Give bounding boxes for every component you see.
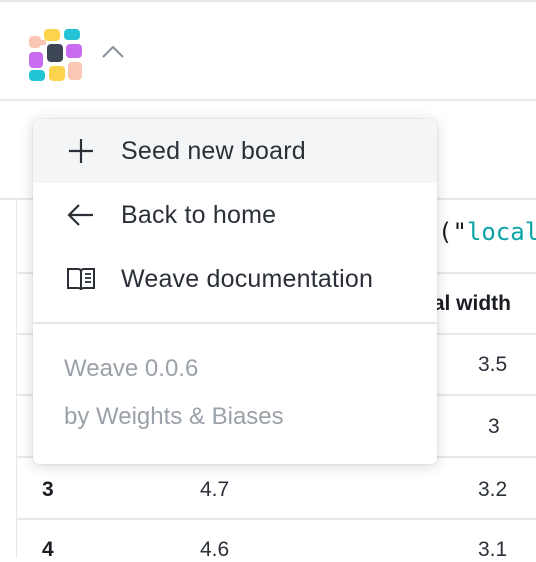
menu-item-label: Weave documentation [121, 264, 374, 293]
credit-text: by Weights & Biases [64, 403, 284, 430]
table-divider [16, 518, 536, 520]
table-cell: 3.5 [478, 353, 508, 376]
menu-divider [33, 322, 437, 324]
code-expression: ("local [438, 218, 536, 246]
row-index: 4 [42, 538, 54, 561]
table-left-border [16, 198, 17, 558]
code-prefix: (" [438, 218, 467, 246]
chevron-up-icon[interactable] [100, 42, 126, 62]
menu-item-seed-new-board[interactable]: Seed new board [33, 119, 437, 183]
arrow-left-icon [65, 199, 97, 231]
app-menu-dropdown: Seed new board Back to home Weave docume… [33, 119, 437, 464]
table-cell: 4.6 [200, 538, 230, 561]
book-icon [65, 263, 97, 295]
top-bar [0, 0, 536, 101]
version-text: Weave 0.0.6 [64, 355, 199, 382]
plus-icon [65, 135, 97, 167]
row-index: 3 [42, 478, 54, 501]
table-cell: 3.2 [478, 478, 508, 501]
menu-item-label: Back to home [121, 200, 277, 229]
table-cell: 3 [488, 415, 500, 438]
menu-item-back-to-home[interactable]: Back to home [33, 183, 437, 247]
code-string: local [466, 218, 536, 246]
table-cell: 4.7 [200, 478, 230, 501]
table-cell: 3.1 [478, 538, 508, 561]
menu-item-label: Seed new board [121, 136, 306, 165]
menu-item-weave-documentation[interactable]: Weave documentation [33, 247, 437, 311]
weave-logo-icon[interactable] [28, 28, 84, 84]
